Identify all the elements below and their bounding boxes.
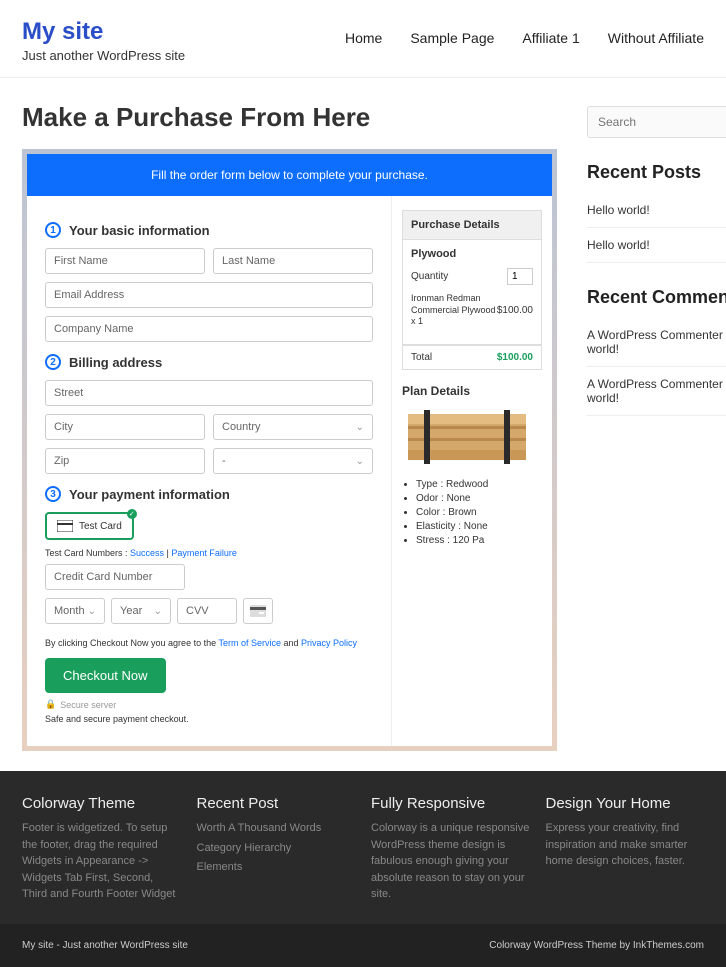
check-icon: ✓ bbox=[127, 509, 137, 519]
site-title[interactable]: My site bbox=[22, 18, 185, 46]
item-description: Ironman Redman Commercial Plywood x 1 bbox=[411, 293, 497, 328]
test-card-option[interactable]: Test Card ✓ bbox=[45, 512, 134, 540]
tcn-success-link[interactable]: Success bbox=[130, 548, 164, 558]
credit-card-icon bbox=[57, 520, 73, 532]
form-column: 1 Your basic information 2 bbox=[27, 196, 392, 746]
step-3-label: Your payment information bbox=[69, 487, 230, 502]
order-banner: Fill the order form below to complete yo… bbox=[27, 154, 552, 196]
chevron-down-icon: ⌄ bbox=[356, 456, 364, 467]
nav-home[interactable]: Home bbox=[345, 30, 382, 46]
search-input[interactable] bbox=[598, 115, 726, 129]
company-input[interactable] bbox=[45, 316, 373, 342]
plan-detail-item: Stress : 120 Pa bbox=[416, 535, 542, 546]
step-3: 3 Your payment information bbox=[45, 486, 373, 502]
quantity-label: Quantity bbox=[411, 271, 448, 282]
tcn-failure-link[interactable]: Payment Failure bbox=[171, 548, 237, 558]
sidebar: Recent Posts Hello world! Hello world! R… bbox=[587, 78, 726, 751]
cvv-input[interactable] bbox=[177, 598, 237, 624]
recent-comments-title: Recent Comments bbox=[587, 287, 726, 308]
plan-detail-item: Elasticity : None bbox=[416, 521, 542, 532]
footer-link[interactable]: Category Hierarchy bbox=[197, 840, 356, 857]
zip-input[interactable] bbox=[45, 448, 205, 474]
recent-posts-title: Recent Posts bbox=[587, 162, 726, 183]
plan-detail-item: Odor : None bbox=[416, 493, 542, 504]
step-2-number: 2 bbox=[45, 354, 61, 370]
plan-detail-item: Type : Redwood bbox=[416, 479, 542, 490]
test-card-numbers-text: Test Card Numbers : Success | Payment Fa… bbox=[45, 548, 373, 558]
month-select[interactable]: Month⌄ bbox=[45, 598, 105, 624]
purchase-details-header: Purchase Details bbox=[402, 210, 542, 240]
step-1-number: 1 bbox=[45, 222, 61, 238]
plan-image bbox=[402, 408, 542, 469]
footer-col-1: Colorway Theme Footer is widgetized. To … bbox=[22, 795, 181, 906]
step-1: 1 Your basic information bbox=[45, 222, 373, 238]
page-title: Make a Purchase From Here bbox=[22, 102, 557, 133]
agreement-text: By clicking Checkout Now you agree to th… bbox=[45, 638, 373, 648]
footer-left-text: My site - Just another WordPress site bbox=[22, 940, 188, 951]
email-input[interactable] bbox=[45, 282, 373, 308]
recent-post-item[interactable]: Hello world! bbox=[587, 193, 726, 228]
street-input[interactable] bbox=[45, 380, 373, 406]
plan-detail-list: Type : Redwood Odor : None Color : Brown… bbox=[402, 479, 542, 546]
chevron-down-icon: ⌄ bbox=[88, 606, 96, 617]
tos-link[interactable]: Term of Service bbox=[218, 638, 281, 648]
plan-details-title: Plan Details bbox=[402, 384, 542, 398]
brand: My site Just another WordPress site bbox=[22, 18, 185, 63]
footer: Colorway Theme Footer is widgetized. To … bbox=[0, 771, 726, 967]
site-tagline: Just another WordPress site bbox=[22, 48, 185, 63]
product-name: Plywood bbox=[411, 248, 533, 260]
year-select[interactable]: Year⌄ bbox=[111, 598, 171, 624]
header: My site Just another WordPress site Home… bbox=[0, 0, 726, 78]
chevron-down-icon: ⌄ bbox=[154, 606, 162, 617]
checkout-button[interactable]: Checkout Now bbox=[45, 658, 166, 693]
chevron-down-icon: ⌄ bbox=[356, 422, 364, 433]
state-select[interactable]: -⌄ bbox=[213, 448, 373, 474]
nav-sample-page[interactable]: Sample Page bbox=[410, 30, 494, 46]
recent-post-item[interactable]: Hello world! bbox=[587, 228, 726, 263]
safe-text: Safe and secure payment checkout. bbox=[45, 714, 373, 724]
footer-link[interactable]: Elements bbox=[197, 859, 356, 876]
footer-col-4: Design Your Home Express your creativity… bbox=[546, 795, 705, 906]
summary-column: Purchase Details Plywood Quantity Ironma… bbox=[392, 196, 552, 746]
nav-affiliate-1[interactable]: Affiliate 1 bbox=[522, 30, 579, 46]
nav-without-affiliate[interactable]: Without Affiliate bbox=[608, 30, 704, 46]
secure-server-text: 🔒Secure server bbox=[45, 699, 373, 710]
city-input[interactable] bbox=[45, 414, 205, 440]
footer-link[interactable]: Worth A Thousand Words bbox=[197, 820, 356, 837]
card-back-icon bbox=[243, 598, 273, 624]
country-select[interactable]: Country⌄ bbox=[213, 414, 373, 440]
privacy-link[interactable]: Privacy Policy bbox=[301, 638, 357, 648]
step-3-number: 3 bbox=[45, 486, 61, 502]
footer-col-2: Recent Post Worth A Thousand Words Categ… bbox=[197, 795, 356, 906]
step-1-label: Your basic information bbox=[69, 223, 210, 238]
primary-nav: Home Sample Page Affiliate 1 Without Aff… bbox=[345, 18, 704, 46]
first-name-input[interactable] bbox=[45, 248, 205, 274]
recent-comment-item[interactable]: A WordPress Commenter on Hello world! bbox=[587, 318, 726, 367]
order-form-wrap: Fill the order form below to complete yo… bbox=[22, 149, 557, 751]
step-2-label: Billing address bbox=[69, 355, 162, 370]
total-label: Total bbox=[411, 352, 432, 363]
credit-card-input[interactable] bbox=[45, 564, 185, 590]
quantity-input[interactable] bbox=[507, 268, 533, 285]
step-2: 2 Billing address bbox=[45, 354, 373, 370]
footer-right-text[interactable]: Colorway WordPress Theme by InkThemes.co… bbox=[489, 940, 704, 951]
recent-comment-item[interactable]: A WordPress Commenter on Hello world! bbox=[587, 367, 726, 416]
plan-detail-item: Color : Brown bbox=[416, 507, 542, 518]
search-box[interactable] bbox=[587, 106, 726, 138]
last-name-input[interactable] bbox=[213, 248, 373, 274]
footer-col-3: Fully Responsive Colorway is a unique re… bbox=[371, 795, 530, 906]
total-value: $100.00 bbox=[497, 352, 533, 363]
lock-icon: 🔒 bbox=[45, 699, 56, 710]
item-price: $100.00 bbox=[497, 305, 533, 316]
